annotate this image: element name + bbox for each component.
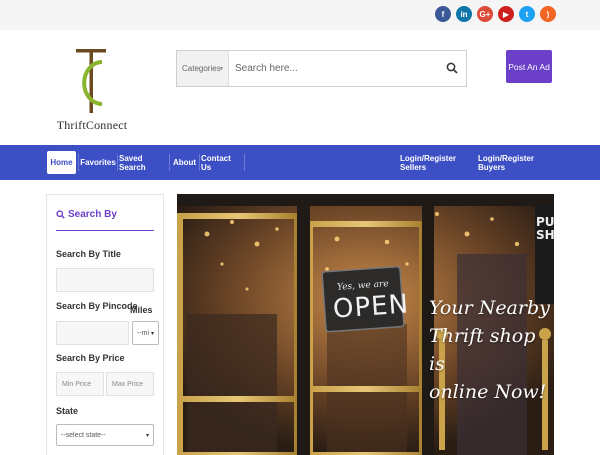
sidebar-title-text: Search By — [68, 209, 117, 220]
state-select-value: --select state-- — [61, 431, 106, 439]
chevron-down-icon: ▾ — [145, 432, 149, 439]
nav-divider — [169, 154, 170, 171]
linkedin-icon[interactable]: in — [456, 6, 472, 22]
open-sign-text: OPEN — [332, 289, 410, 325]
categories-label: Categories — [182, 64, 221, 73]
search-input[interactable] — [233, 51, 433, 86]
chevron-down-icon: ▾ — [150, 330, 154, 337]
login-register-sellers-link[interactable]: Login/Register Sellers — [400, 151, 472, 174]
max-price-input[interactable]: Max Price — [106, 372, 154, 396]
nav-divider — [244, 154, 245, 171]
miles-select-value: --mi — [137, 329, 150, 337]
hero-tagline-line-3: online Now! — [429, 381, 547, 403]
hero-tagline-line-2: Thrift shop is — [429, 325, 536, 375]
brand-name: ThriftConnect — [56, 118, 128, 132]
min-price-placeholder: Min Price — [62, 380, 92, 388]
search-icon[interactable] — [446, 62, 458, 74]
sidebar-title: Search By — [56, 209, 117, 220]
site-logo[interactable]: ThriftConnect — [46, 48, 138, 136]
search-icon — [56, 210, 65, 219]
nav-divider — [117, 154, 118, 171]
search-by-title-label: Search By Title — [56, 249, 121, 259]
state-select[interactable]: --select state-- ▾ — [56, 424, 154, 446]
hero-tagline: Your Nearby Thrift shop is online Now! — [429, 294, 554, 406]
thriftconnect-logo-icon — [76, 49, 106, 113]
pincode-input[interactable] — [56, 321, 129, 345]
login-register-buyers-link[interactable]: Login/Register Buyers — [478, 151, 550, 174]
search-title-input[interactable] — [56, 268, 154, 292]
site-header: ThriftConnect Categories ▼ Post An Ad — [0, 30, 600, 145]
hero-tagline-line-1: Your Nearby — [429, 297, 550, 319]
google-plus-icon[interactable]: G+ — [477, 6, 493, 22]
nav-about[interactable]: About — [171, 151, 198, 174]
social-bar: f in G+ ▶ t) — [0, 0, 600, 30]
nav-contact-us[interactable]: Contact Us — [201, 151, 243, 174]
miles-label: Miles — [130, 305, 153, 315]
nav-divider — [78, 154, 79, 171]
twitter-icon[interactable]: t — [519, 6, 535, 22]
nav-home[interactable]: Home — [47, 151, 76, 174]
push-sign-text: PUSH — [536, 215, 554, 242]
caret-down-icon: ▼ — [219, 66, 224, 72]
hero-banner: Yes, we are OPEN PUSH Your Nearby Thrift… — [177, 194, 554, 455]
search-bar: Categories ▼ — [176, 50, 467, 87]
search-by-pincode-label: Search By Pincode — [56, 301, 138, 311]
nav-favorites[interactable]: Favorites — [80, 151, 116, 174]
categories-dropdown[interactable]: Categories ▼ — [177, 51, 229, 86]
post-ad-button[interactable]: Post An Ad — [506, 50, 552, 83]
search-sidebar: Search By Search By Title Search By Pinc… — [46, 194, 164, 455]
facebook-icon[interactable]: f — [435, 6, 451, 22]
min-price-input[interactable]: Min Price — [56, 372, 104, 396]
sidebar-title-underline — [56, 230, 154, 231]
max-price-placeholder: Max Price — [112, 380, 144, 388]
search-by-price-label: Search By Price — [56, 353, 125, 363]
nav-saved-search[interactable]: Saved Search — [119, 151, 167, 174]
rss-icon[interactable]: ) — [540, 6, 556, 22]
miles-select[interactable]: --mi ▾ — [132, 321, 159, 345]
main-nav: Home Favorites Saved Search About Contac… — [0, 145, 600, 180]
youtube-icon[interactable]: ▶ — [498, 6, 514, 22]
state-label: State — [56, 406, 79, 416]
nav-divider — [199, 154, 200, 171]
